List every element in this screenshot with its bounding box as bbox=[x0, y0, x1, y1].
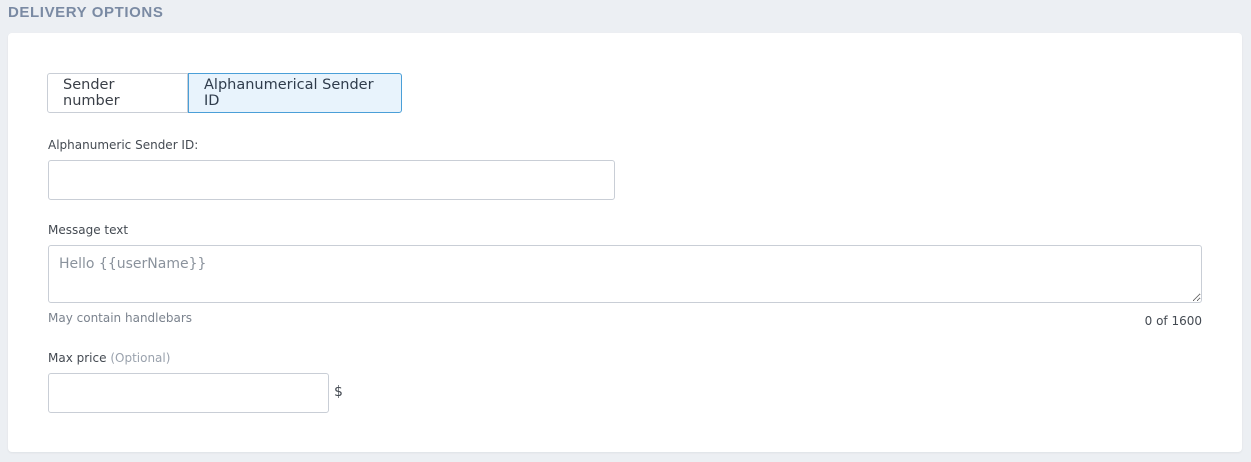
message-text-label: Message text bbox=[48, 223, 129, 237]
message-text-input[interactable] bbox=[48, 245, 1202, 303]
currency-symbol: $ bbox=[334, 384, 343, 400]
message-char-counter: 0 of 1600 bbox=[1144, 314, 1202, 328]
alphanumeric-sender-id-toggle-button[interactable]: Alphanumerical Sender ID bbox=[188, 73, 402, 113]
max-price-label-text: Max price bbox=[48, 351, 107, 365]
sender-id-input[interactable] bbox=[48, 160, 615, 200]
max-price-label: Max price (Optional) bbox=[48, 351, 170, 365]
section-title: DELIVERY OPTIONS bbox=[8, 4, 164, 21]
alphanumeric-sender-id-toggle-label: Alphanumerical Sender ID bbox=[204, 77, 374, 109]
sender-type-toggle: Sender number Alphanumerical Sender ID bbox=[47, 73, 402, 113]
max-price-optional-tag: (Optional) bbox=[110, 351, 171, 365]
sender-id-label: Alphanumeric Sender ID: bbox=[48, 138, 199, 152]
sender-number-toggle-button[interactable]: Sender number bbox=[47, 73, 188, 113]
delivery-options-card: Sender number Alphanumerical Sender ID A… bbox=[8, 33, 1242, 452]
message-hint: May contain handlebars bbox=[48, 311, 193, 325]
sender-number-toggle-label: Sender number bbox=[63, 77, 120, 109]
max-price-input[interactable] bbox=[48, 373, 329, 413]
